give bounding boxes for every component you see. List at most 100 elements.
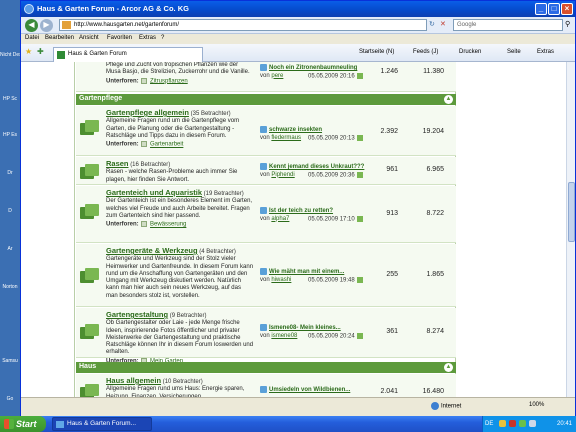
posts-count: 11.380: [423, 68, 444, 75]
home-button[interactable]: Startseite (N): [359, 49, 394, 55]
search-input[interactable]: Google: [453, 19, 563, 31]
collapse-icon[interactable]: ▲: [444, 363, 453, 372]
forum-title[interactable]: Gartenpflege allgemein: [106, 109, 189, 117]
by-label: von: [260, 171, 270, 178]
goto-post-icon[interactable]: [356, 72, 363, 79]
maximize-icon[interactable]: □: [548, 3, 560, 15]
goto-post-icon[interactable]: [356, 276, 363, 283]
back-button[interactable]: ◀: [25, 19, 38, 32]
stop-icon[interactable]: ✕: [440, 20, 446, 28]
zoom-level[interactable]: 100%: [529, 402, 544, 408]
subforum-link[interactable]: Bewässerung: [150, 222, 186, 228]
start-button[interactable]: Start: [0, 416, 46, 432]
forum-row: Rasen (16 Betrachter) Rasen - welche Ras…: [76, 157, 456, 185]
forum-title[interactable]: Gartengestaltung: [106, 311, 168, 319]
last-post-title[interactable]: Noch ein Zitronenbaumneuling: [269, 65, 357, 71]
subforums-label: Unterforen:: [106, 141, 139, 148]
menu-favorites[interactable]: Favoriten: [107, 35, 132, 41]
goto-post-icon[interactable]: [356, 134, 363, 141]
clock[interactable]: 20:41: [557, 421, 572, 427]
subforum-link[interactable]: Zitruspflanzen: [150, 78, 188, 84]
post-icon: [260, 324, 267, 331]
page-icon: [62, 21, 71, 29]
desktop-icon-label[interactable]: HP Es: [0, 132, 20, 138]
desktop-icon-label[interactable]: Nicht Deskto: [0, 52, 20, 58]
refresh-icon[interactable]: ↻: [429, 20, 435, 28]
last-post-author[interactable]: alpha7: [271, 216, 289, 222]
menu-view[interactable]: Ansicht: [79, 35, 99, 41]
last-post-title[interactable]: Ismene08- Mein kleines...: [269, 325, 341, 331]
forum-title[interactable]: Gartenteich und Aquaristik: [106, 189, 202, 197]
forum-title[interactable]: Haus allgemein: [106, 377, 161, 385]
forum-folder-icon: [80, 384, 101, 397]
last-post-date: 05.05.2009: [308, 277, 339, 284]
feeds-button[interactable]: Feeds (J): [413, 49, 438, 55]
forum-title[interactable]: Rasen: [106, 160, 129, 168]
window-title: Haus & Garten Forum - Arcor AG & Co. KG: [37, 4, 189, 13]
last-post-title[interactable]: Umsiedeln von Wildbienen...: [269, 387, 350, 393]
category-header[interactable]: Haus ▲: [76, 362, 456, 373]
forum-description: Rasen - welche Rasen-Probleme auch immer…: [106, 169, 238, 183]
desktop-icon-label[interactable]: Dr: [0, 170, 20, 176]
desktop-icon-label[interactable]: Go: [0, 396, 20, 402]
topics-count: 961: [386, 166, 398, 173]
menu-help[interactable]: ?: [161, 35, 164, 41]
last-post: Kennt jemand dieses Unkraut??? von Piphe…: [260, 163, 372, 179]
close-icon[interactable]: ×: [561, 3, 573, 15]
forum-viewers: (10 Betrachter): [162, 379, 203, 385]
posts-count: 6.965: [426, 166, 444, 173]
last-post-title[interactable]: schwarze insekten: [269, 127, 322, 133]
forward-button[interactable]: ▶: [40, 19, 53, 32]
desktop-icon-label[interactable]: Samsu: [0, 358, 20, 364]
forum-title[interactable]: Gartengeräte & Werkzeug: [106, 247, 198, 255]
desktop-icon-label[interactable]: Norton: [0, 284, 20, 290]
tray-volume-icon[interactable]: [529, 420, 536, 427]
subforum-link[interactable]: Gartenarbeit: [150, 142, 183, 148]
taskbar-window-button[interactable]: Haus & Garten Forum...: [52, 417, 152, 431]
minimize-icon[interactable]: _: [535, 3, 547, 15]
search-icon[interactable]: ⚲: [565, 20, 570, 28]
print-button[interactable]: Drucken: [459, 49, 481, 55]
goto-post-icon[interactable]: [356, 171, 363, 178]
add-favorite-icon[interactable]: ✚: [37, 47, 44, 56]
tab-forum[interactable]: Haus & Garten Forum: [53, 47, 203, 62]
last-post-title[interactable]: Wie mäht man mit einem...: [269, 269, 344, 275]
tools-button[interactable]: Extras: [537, 49, 554, 55]
last-post-title[interactable]: Kennt jemand dieses Unkraut???: [269, 164, 364, 170]
by-label: von: [260, 134, 270, 141]
menu-edit[interactable]: Bearbeiten: [45, 35, 74, 41]
menu-tools[interactable]: Extras: [139, 35, 156, 41]
goto-post-icon[interactable]: [356, 332, 363, 339]
posts-count: 16.480: [422, 388, 444, 395]
favorites-star-icon[interactable]: ★: [25, 47, 32, 56]
tray-network-icon[interactable]: [519, 420, 526, 427]
desktop-icon-label[interactable]: HP Sc: [0, 96, 20, 102]
forum-main: Gartenteich und Aquaristik (19 Betrachte…: [106, 189, 254, 229]
title-bar[interactable]: Haus & Garten Forum - Arcor AG & Co. KG …: [21, 1, 575, 17]
tray-shield-icon[interactable]: [499, 420, 506, 427]
collapse-icon[interactable]: ▲: [444, 95, 453, 104]
site-favicon-icon: [57, 51, 65, 59]
address-url: http://www.hausgarten.net/gartenforum/: [74, 22, 180, 28]
last-post-author[interactable]: hiwashi: [271, 277, 291, 283]
last-post-date: 05.05.2009: [308, 73, 339, 80]
last-post-author[interactable]: pere: [271, 73, 283, 79]
last-post-time: 20:24: [339, 333, 355, 340]
start-label: Start: [16, 419, 37, 429]
vertical-scrollbar[interactable]: [566, 62, 575, 397]
desktop-icon-label[interactable]: Ar: [0, 246, 20, 252]
goto-post-icon[interactable]: [356, 215, 363, 222]
language-indicator[interactable]: DE: [485, 421, 493, 427]
last-post-author[interactable]: Piphendi: [271, 172, 294, 178]
topics-count: 913: [386, 210, 398, 217]
category-header[interactable]: Gartenpflege ▲: [76, 94, 456, 105]
last-post-author[interactable]: fledermaus: [271, 135, 301, 141]
last-post-title[interactable]: Ist der teich zu retten?: [269, 208, 333, 214]
desktop-icon-label[interactable]: D: [0, 208, 20, 214]
page-button[interactable]: Seite: [507, 49, 521, 55]
menu-file[interactable]: Datei: [25, 35, 39, 41]
last-post-author[interactable]: ismene08: [271, 333, 297, 339]
address-bar[interactable]: http://www.hausgarten.net/gartenforum/: [59, 19, 427, 31]
tray-antivirus-icon[interactable]: [509, 420, 516, 427]
scrollbar-thumb[interactable]: [568, 182, 575, 242]
